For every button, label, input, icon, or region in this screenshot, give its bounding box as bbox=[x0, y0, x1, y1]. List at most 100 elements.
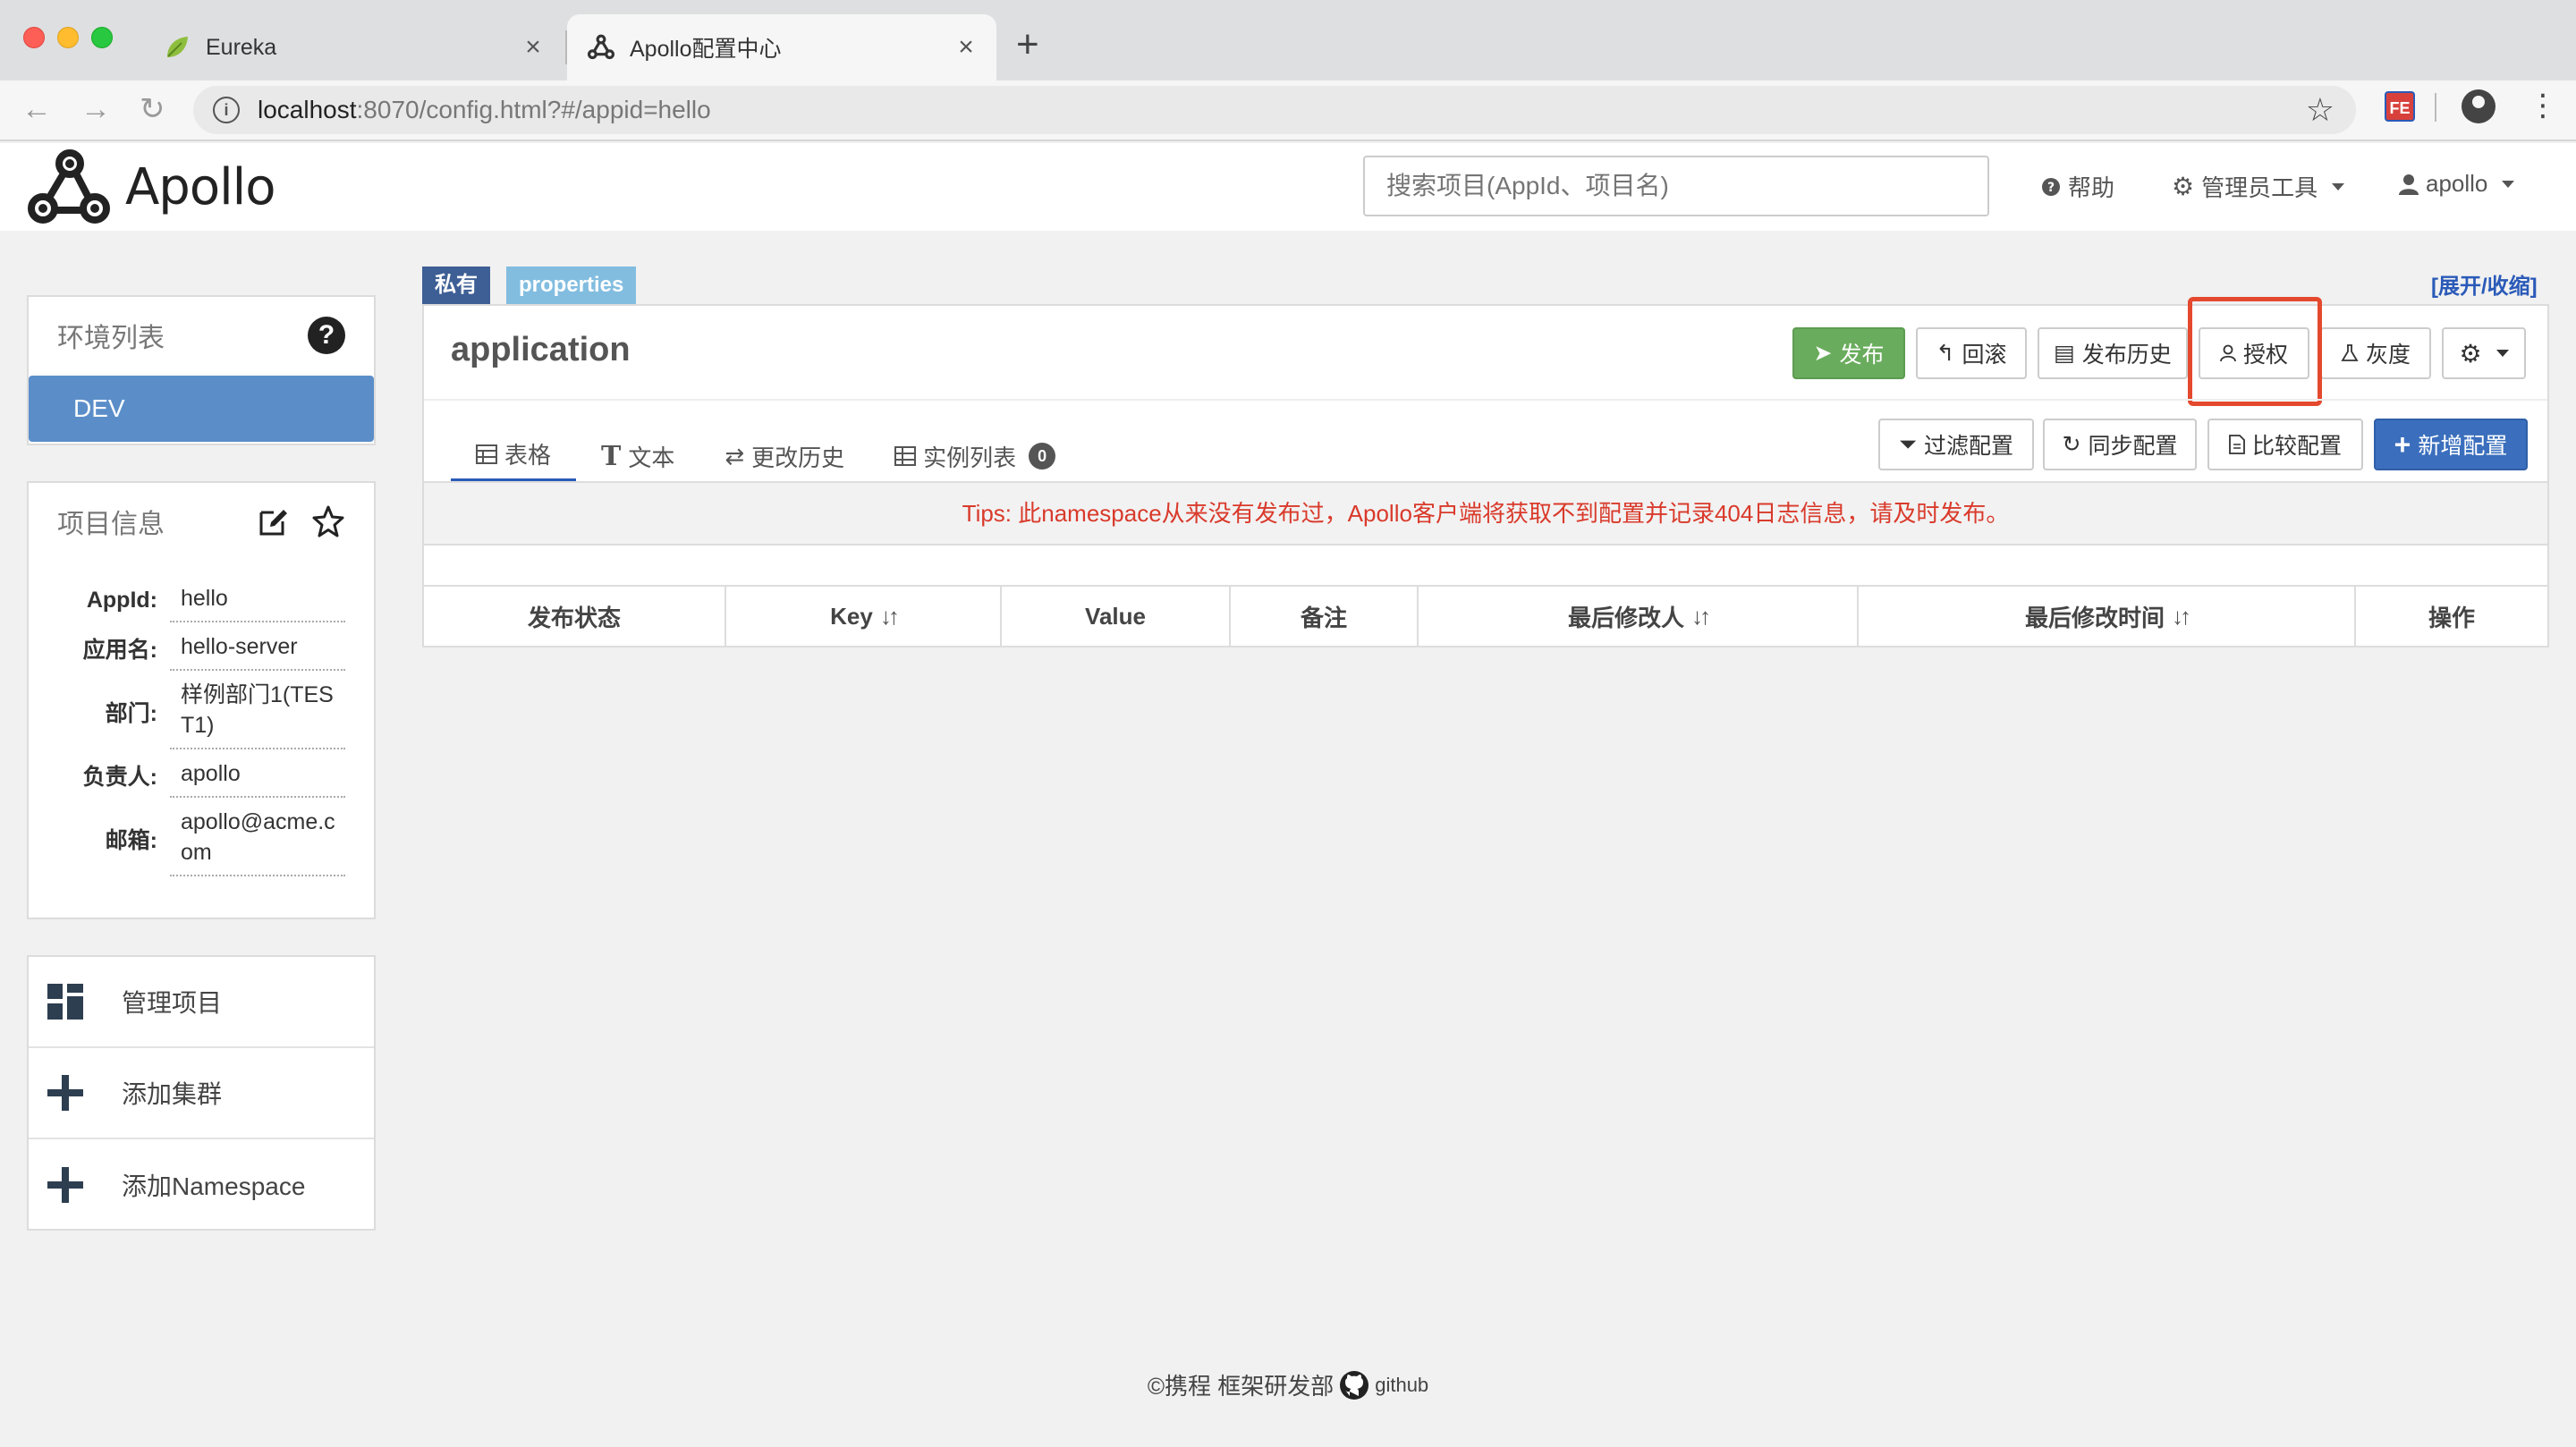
browser-tab-eureka[interactable]: Eureka × bbox=[143, 14, 564, 80]
info-label: 邮箱: bbox=[105, 828, 157, 853]
window-zoom-button[interactable] bbox=[91, 27, 113, 48]
column-header-value: Value bbox=[1002, 587, 1231, 646]
manage-project-item[interactable]: 管理项目 bbox=[29, 957, 374, 1048]
exchange-icon: ⇄ bbox=[724, 442, 745, 470]
column-label: 发布状态 bbox=[527, 604, 621, 631]
flask-icon bbox=[2341, 344, 2359, 361]
calendar-icon: ▤ bbox=[2054, 341, 2075, 366]
expand-collapse-link[interactable]: [展开/收缩] bbox=[2431, 268, 2538, 300]
logo-text: Apollo bbox=[125, 157, 275, 216]
rollback-button[interactable]: ↰ 回滚 bbox=[1916, 327, 2027, 379]
column-header-status: 发布状态 bbox=[424, 587, 726, 646]
tab-title: Apollo配置中心 bbox=[630, 37, 782, 62]
column-header-modifier[interactable]: 最后修改人 ↓↑ bbox=[1419, 587, 1859, 646]
format-badge: properties bbox=[506, 267, 637, 304]
sort-icon[interactable]: ↓↑ bbox=[1691, 603, 1711, 630]
address-bar[interactable]: i localhost:8070/config.html?#/appid=hel… bbox=[193, 86, 2356, 134]
tab-label: 表格 bbox=[504, 442, 552, 469]
edit-icon[interactable] bbox=[258, 505, 290, 537]
filter-icon: ⏷ bbox=[1898, 431, 1917, 457]
add-config-button[interactable]: + 新增配置 bbox=[2374, 419, 2528, 470]
button-label: 比较配置 bbox=[2251, 434, 2342, 459]
compare-config-button[interactable]: 比较配置 bbox=[2207, 419, 2363, 470]
filter-config-button[interactable]: ⏷ 过滤配置 bbox=[1878, 419, 2034, 470]
project-search-input[interactable] bbox=[1363, 156, 1989, 216]
tab-instances[interactable]: 实例列表 0 bbox=[869, 429, 1080, 483]
private-badge: 私有 bbox=[422, 267, 490, 304]
tab-text[interactable]: T 文本 bbox=[576, 429, 699, 483]
divider bbox=[424, 399, 2547, 401]
column-label: 操作 bbox=[2428, 604, 2475, 631]
info-icon[interactable]: i bbox=[213, 97, 240, 123]
button-label: 灰度 bbox=[2365, 343, 2411, 368]
refresh-icon: ↻ bbox=[2062, 432, 2081, 457]
dashboard-icon bbox=[47, 983, 84, 1020]
action-label: 添加集群 bbox=[122, 1080, 223, 1108]
info-label: 部门: bbox=[105, 701, 157, 726]
button-label: 同步配置 bbox=[2088, 434, 2178, 459]
question-circle-icon[interactable]: ? bbox=[308, 317, 345, 354]
admin-tools-dropdown[interactable]: ⚙ 管理员工具 bbox=[2172, 170, 2345, 203]
column-header-modified-time[interactable]: 最后修改时间 ↓↑ bbox=[1859, 587, 2356, 646]
window-close-button[interactable] bbox=[23, 27, 45, 48]
github-icon[interactable] bbox=[1339, 1370, 1369, 1400]
button-label: 发布历史 bbox=[2081, 343, 2172, 368]
close-icon[interactable]: × bbox=[948, 32, 984, 63]
publish-button[interactable]: ➤ 发布 bbox=[1792, 327, 1905, 379]
plus-icon: + bbox=[2394, 427, 2411, 461]
url-text[interactable]: localhost:8070/config.html?#/appid=hello bbox=[258, 96, 2306, 124]
project-actions-panel: 管理项目 添加集群 添加Namespace bbox=[27, 955, 376, 1231]
environment-list-panel: 环境列表 ? DEV bbox=[27, 295, 376, 445]
user-dropdown[interactable]: apollo bbox=[2399, 170, 2515, 198]
namespace-title: application bbox=[451, 331, 631, 368]
tab-table[interactable]: 表格 bbox=[451, 429, 577, 483]
column-header-comment: 备注 bbox=[1231, 587, 1419, 646]
column-header-key[interactable]: Key ↓↑ bbox=[726, 587, 1002, 646]
spring-leaf-icon bbox=[161, 31, 193, 63]
close-icon[interactable]: × bbox=[515, 32, 551, 63]
info-row-email: 邮箱: apollo@acme.com bbox=[29, 801, 374, 876]
tab-title: Eureka bbox=[206, 34, 277, 60]
namespace-settings-dropdown[interactable]: ⚙ bbox=[2442, 327, 2526, 379]
back-arrow-icon[interactable]: ← bbox=[21, 91, 52, 127]
text-icon: T bbox=[601, 440, 622, 472]
new-tab-button[interactable]: + bbox=[1016, 21, 1039, 68]
tab-change-history[interactable]: ⇄ 更改历史 bbox=[699, 429, 869, 483]
column-label: Key bbox=[830, 602, 873, 630]
sort-icon[interactable]: ↓↑ bbox=[2172, 603, 2191, 630]
github-link[interactable]: github bbox=[1375, 1374, 1428, 1397]
panel-title: 项目信息 bbox=[57, 510, 165, 539]
admin-tools-label: 管理员工具 bbox=[2201, 174, 2318, 201]
browser-menu-icon[interactable]: ⋮ bbox=[2528, 88, 2558, 123]
fe-extension-icon[interactable]: FE bbox=[2385, 91, 2415, 122]
gear-icon: ⚙ bbox=[2172, 173, 2195, 200]
sync-config-button[interactable]: ↻ 同步配置 bbox=[2043, 419, 2197, 470]
panel-title: 环境列表 bbox=[57, 324, 165, 353]
project-info-panel: 项目信息 AppId: hello 应用名: hello-server 部门: … bbox=[27, 481, 376, 919]
release-history-button[interactable]: ▤ 发布历史 bbox=[2038, 327, 2188, 379]
user-name: apollo bbox=[2426, 170, 2488, 197]
apollo-logo[interactable]: Apollo bbox=[25, 143, 275, 231]
authorize-highlight-box bbox=[2188, 297, 2322, 406]
button-label: 发布 bbox=[1839, 343, 1885, 368]
info-row-owner: 负责人: apollo bbox=[29, 753, 374, 798]
sort-icon[interactable]: ↓↑ bbox=[880, 603, 900, 630]
browser-tab-apollo[interactable]: Apollo配置中心 × bbox=[567, 14, 996, 80]
add-cluster-item[interactable]: 添加集群 bbox=[29, 1048, 374, 1139]
forward-arrow-icon[interactable]: → bbox=[80, 91, 111, 127]
env-item-dev[interactable]: DEV bbox=[29, 376, 374, 442]
profile-avatar-icon[interactable] bbox=[2462, 89, 2496, 123]
help-link[interactable]: ? 帮助 bbox=[2041, 170, 2114, 203]
reload-icon[interactable]: ↻ bbox=[140, 91, 165, 127]
info-row-app-name: 应用名: hello-server bbox=[29, 626, 374, 671]
add-namespace-item[interactable]: 添加Namespace bbox=[29, 1139, 374, 1231]
gray-release-button[interactable]: 灰度 bbox=[2320, 327, 2431, 379]
window-minimize-button[interactable] bbox=[57, 27, 79, 48]
info-row-department: 部门: 样例部门1(TEST1) bbox=[29, 674, 374, 749]
star-icon[interactable] bbox=[311, 504, 345, 538]
info-label: AppId: bbox=[86, 587, 157, 613]
info-value: apollo bbox=[170, 753, 345, 798]
button-label: 过滤配置 bbox=[1924, 434, 2014, 459]
bookmark-star-icon[interactable]: ☆ bbox=[2306, 91, 2334, 129]
info-value: hello-server bbox=[170, 626, 345, 671]
